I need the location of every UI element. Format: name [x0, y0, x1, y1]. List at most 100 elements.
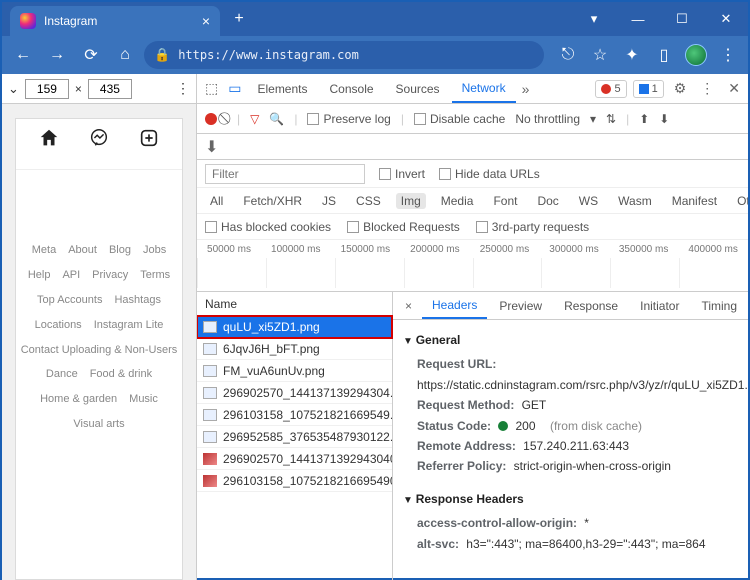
new-tab-button[interactable]: + — [226, 6, 252, 32]
device-toggle-icon[interactable]: ▭ — [224, 80, 245, 97]
kebab-menu-icon[interactable]: ⋮ — [714, 41, 742, 69]
type-filter-media[interactable]: Media — [436, 193, 479, 209]
type-filter-doc[interactable]: Doc — [532, 193, 563, 209]
type-filter-all[interactable]: All — [205, 193, 228, 209]
type-filter-other[interactable]: Other — [732, 193, 748, 209]
request-row[interactable]: 296103158_1075218216695490... — [197, 470, 392, 492]
footer-link[interactable]: Terms — [140, 265, 170, 286]
request-row[interactable]: 6JqvJ6H_bFT.png — [197, 338, 392, 360]
responsive-more-icon[interactable]: ⋮ — [176, 80, 190, 97]
wifi-icon[interactable]: ⇅ — [606, 112, 616, 126]
preserve-log-checkbox[interactable]: Preserve log — [307, 112, 390, 126]
chevron-down-icon[interactable]: ▾ — [572, 2, 616, 36]
throttling-caret-icon[interactable]: ▾ — [590, 112, 596, 126]
request-row[interactable]: quLU_xi5ZD1.png — [197, 316, 392, 338]
settings-icon[interactable]: ⚙ — [670, 80, 691, 97]
footer-link[interactable]: Hashtags — [114, 290, 160, 311]
footer-link[interactable]: Jobs — [143, 240, 166, 261]
type-filter-js[interactable]: JS — [317, 193, 341, 209]
section-general[interactable]: General — [403, 330, 738, 350]
create-post-icon[interactable] — [138, 127, 160, 155]
throttling-dropdown[interactable]: No throttling — [515, 112, 580, 126]
blocked-requests-checkbox[interactable]: Blocked Requests — [347, 220, 460, 234]
home-button[interactable]: ⌂ — [110, 40, 140, 70]
third-party-checkbox[interactable]: 3rd-party requests — [476, 220, 589, 234]
footer-link[interactable]: Help — [28, 265, 51, 286]
tab-network[interactable]: Network — [452, 74, 516, 103]
hide-data-urls-checkbox[interactable]: Hide data URLs — [439, 167, 540, 181]
reload-button[interactable]: ⟳ — [76, 40, 106, 70]
tab-elements[interactable]: Elements — [247, 74, 317, 103]
more-tabs-icon[interactable]: » — [518, 81, 534, 97]
tab-sources[interactable]: Sources — [386, 74, 450, 103]
browser-tab[interactable]: Instagram × — [10, 6, 220, 36]
footer-link[interactable]: Dance — [46, 364, 78, 385]
detail-tab-preview[interactable]: Preview — [489, 292, 552, 319]
minimize-button[interactable]: — — [616, 2, 660, 36]
messages-badge[interactable]: 1 — [633, 80, 664, 98]
footer-link[interactable]: Home & garden — [40, 389, 117, 410]
tab-close-icon[interactable]: × — [202, 13, 210, 29]
errors-badge[interactable]: 5 — [595, 80, 626, 98]
profile-avatar[interactable] — [682, 41, 710, 69]
device-dropdown-icon[interactable]: ⌄ — [8, 81, 19, 97]
record-button[interactable] — [205, 113, 217, 125]
maximize-button[interactable]: ☐ — [660, 2, 704, 36]
detail-close-icon[interactable]: × — [397, 299, 420, 313]
invert-checkbox[interactable]: Invert — [379, 167, 425, 181]
tab-console[interactable]: Console — [320, 74, 384, 103]
request-row[interactable]: 296952585_376535487930122... — [197, 426, 392, 448]
disable-cache-checkbox[interactable]: Disable cache — [414, 112, 505, 126]
filter-input[interactable] — [205, 164, 365, 184]
section-response-headers[interactable]: Response Headers — [403, 489, 738, 509]
footer-link[interactable]: Instagram Lite — [94, 315, 164, 336]
viewport-height-input[interactable] — [88, 79, 132, 99]
detail-tab-response[interactable]: Response — [554, 292, 628, 319]
devtools-more-icon[interactable]: ⋮ — [696, 80, 718, 97]
detail-tab-initiator[interactable]: Initiator — [630, 292, 689, 319]
footer-link[interactable]: Music — [129, 389, 158, 410]
footer-link[interactable]: Blog — [109, 240, 131, 261]
share-icon[interactable]: ⎋ — [554, 41, 582, 69]
footer-link[interactable]: Meta — [32, 240, 56, 261]
search-icon[interactable]: 🔍 — [269, 112, 284, 126]
type-filter-img[interactable]: Img — [396, 193, 426, 209]
upload-har-icon[interactable]: ⬆ — [639, 112, 649, 126]
type-filter-manifest[interactable]: Manifest — [667, 193, 722, 209]
timeline[interactable]: 50000 ms100000 ms150000 ms200000 ms25000… — [197, 240, 748, 292]
inspect-icon[interactable]: ⬚ — [201, 80, 222, 97]
footer-link[interactable]: Privacy — [92, 265, 128, 286]
detail-tab-timing[interactable]: Timing — [691, 292, 747, 319]
type-filter-font[interactable]: Font — [488, 193, 522, 209]
close-window-button[interactable]: ✕ — [704, 2, 748, 36]
forward-button[interactable]: → — [42, 40, 72, 70]
viewport-width-input[interactable] — [25, 79, 69, 99]
type-filter-wasm[interactable]: Wasm — [613, 193, 657, 209]
request-row[interactable]: 296103158_107521821669549... — [197, 404, 392, 426]
url-bar[interactable]: 🔒 https://www.instagram.com — [144, 41, 544, 69]
back-button[interactable]: ← — [8, 40, 38, 70]
footer-link[interactable]: Locations — [35, 315, 82, 336]
devtools-close-icon[interactable]: ✕ — [724, 80, 744, 97]
messenger-icon[interactable] — [88, 127, 110, 155]
download-icon[interactable]: ⬇ — [205, 137, 218, 157]
footer-link[interactable]: Visual arts — [73, 414, 124, 435]
type-filter-css[interactable]: CSS — [351, 193, 386, 209]
footer-link[interactable]: API — [62, 265, 80, 286]
footer-link[interactable]: About — [68, 240, 97, 261]
request-row[interactable]: FM_vuA6unUv.png — [197, 360, 392, 382]
request-row[interactable]: 296902570_1441371392943040... — [197, 448, 392, 470]
request-row[interactable]: 296902570_144137139294304... — [197, 382, 392, 404]
home-icon[interactable] — [38, 127, 60, 155]
star-icon[interactable]: ☆ — [586, 41, 614, 69]
type-filter-fetchxhr[interactable]: Fetch/XHR — [238, 193, 307, 209]
type-filter-ws[interactable]: WS — [574, 193, 603, 209]
filter-icon[interactable]: ▽ — [250, 112, 259, 126]
footer-link[interactable]: Top Accounts — [37, 290, 102, 311]
footer-link[interactable]: Food & drink — [90, 364, 152, 385]
download-har-icon[interactable]: ⬇ — [659, 112, 669, 126]
extensions-icon[interactable]: ✦ — [618, 41, 646, 69]
name-column-header[interactable]: Name — [197, 292, 392, 316]
detail-tab-headers[interactable]: Headers — [422, 292, 487, 319]
panel-icon[interactable]: ▯ — [650, 41, 678, 69]
